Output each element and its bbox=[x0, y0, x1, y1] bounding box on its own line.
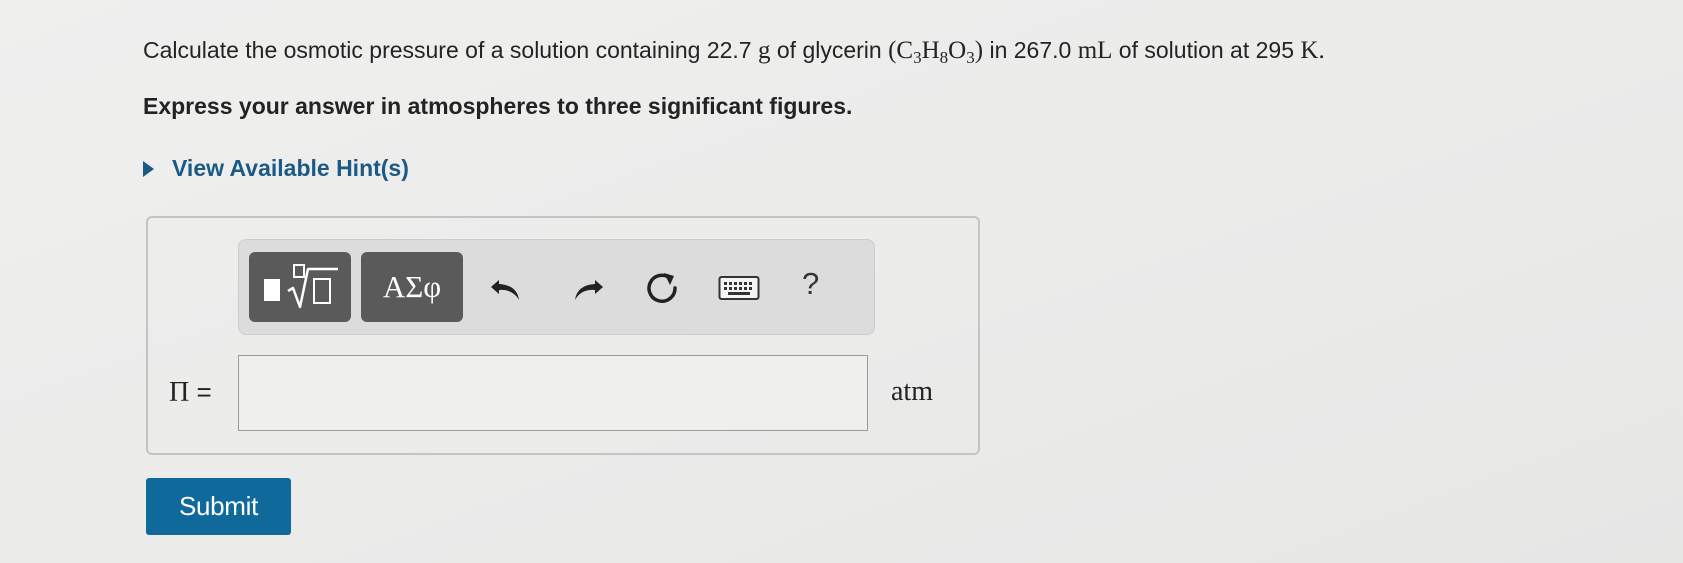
help-button[interactable]: ? bbox=[802, 266, 819, 302]
redo-icon bbox=[575, 280, 603, 300]
answer-variable-label: Π = bbox=[169, 377, 212, 408]
answer-unit: atm bbox=[891, 376, 933, 407]
mass-unit: g bbox=[757, 37, 771, 64]
question-text: Calculate the osmotic pressure of a solu… bbox=[143, 37, 1325, 67]
undo-icon bbox=[491, 280, 519, 300]
fraction-root-template-icon bbox=[264, 264, 338, 309]
undo-button[interactable] bbox=[487, 268, 527, 308]
volume-unit: mL bbox=[1077, 37, 1113, 64]
answer-input[interactable] bbox=[238, 355, 868, 431]
submit-button[interactable]: Submit bbox=[146, 478, 291, 535]
keyboard-button[interactable] bbox=[717, 268, 761, 308]
glycerin-formula: (C3H8O3) bbox=[888, 37, 984, 67]
reset-icon bbox=[647, 273, 677, 303]
reset-button[interactable] bbox=[642, 268, 682, 308]
view-hints-label: View Available Hint(s) bbox=[172, 155, 409, 181]
templates-button[interactable] bbox=[249, 252, 351, 322]
caret-right-icon bbox=[143, 160, 154, 177]
instruction-text: Express your answer in atmospheres to th… bbox=[143, 93, 853, 119]
redo-button[interactable] bbox=[567, 268, 607, 308]
symbols-button[interactable]: ΑΣφ bbox=[361, 252, 463, 322]
symbols-label: ΑΣφ bbox=[382, 269, 442, 304]
temperature-unit: K bbox=[1300, 37, 1319, 64]
math-toolbar: ΑΣφ ? bbox=[238, 239, 875, 335]
view-hints-toggle[interactable]: View Available Hint(s) bbox=[143, 155, 409, 182]
keyboard-icon bbox=[718, 276, 760, 300]
